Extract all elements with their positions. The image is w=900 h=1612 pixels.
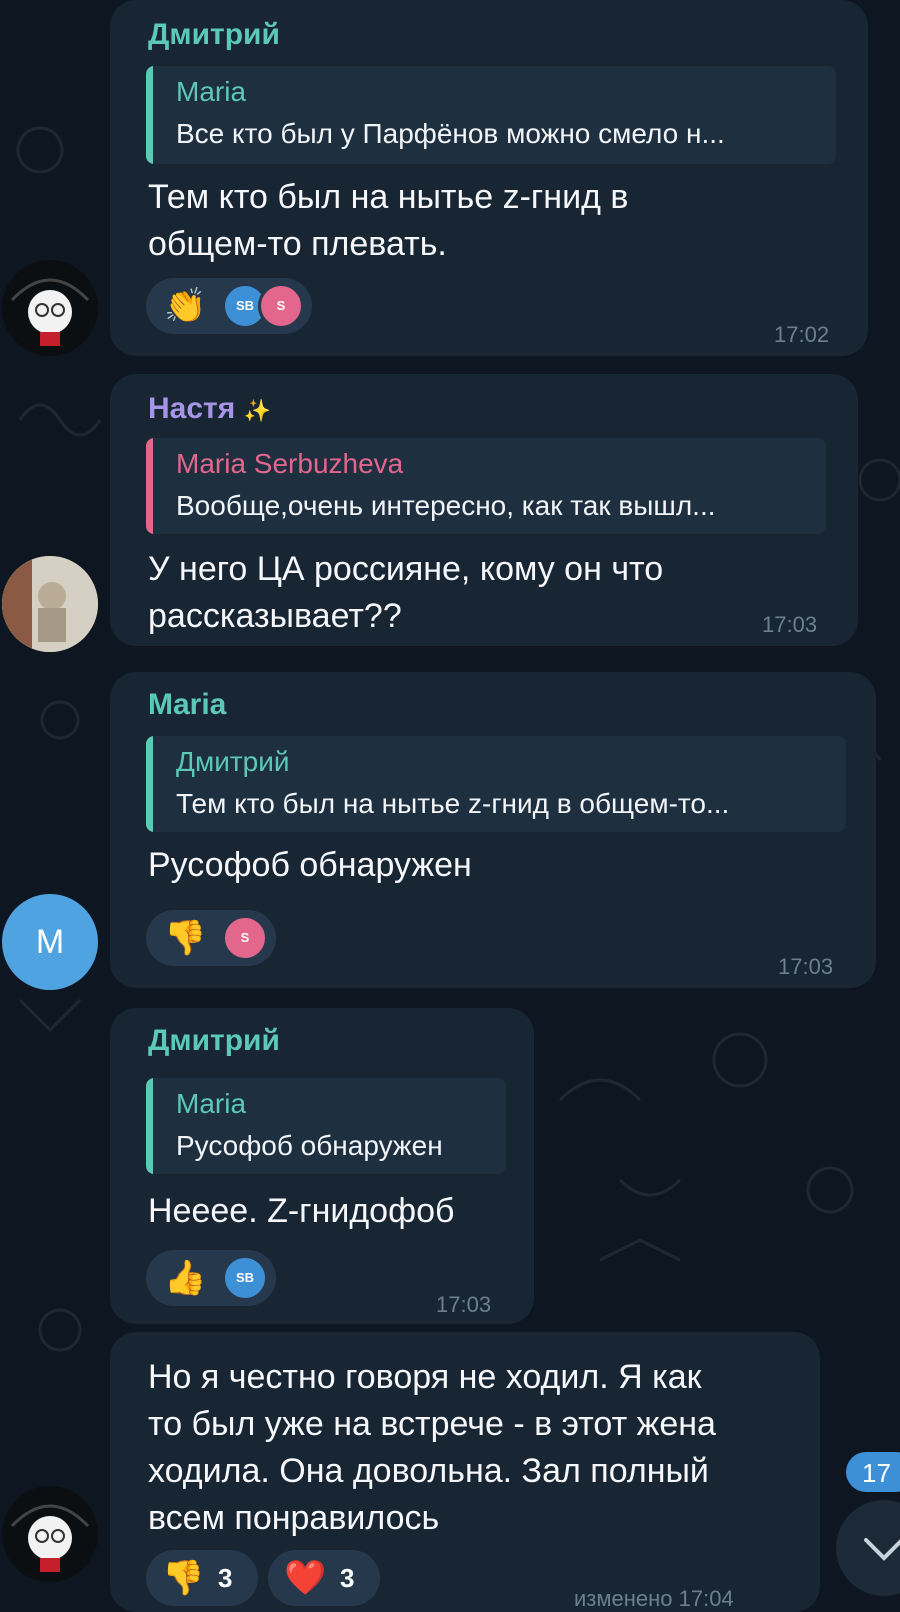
reaction-chip[interactable]: 👍 SB	[146, 1250, 276, 1306]
sparkles-icon: ✨	[243, 398, 271, 423]
message-line: всем понравилось	[148, 1499, 440, 1537]
message-line: ходила. Она довольна. Зал полный	[148, 1452, 709, 1490]
message-time: 17:03	[778, 954, 834, 979]
sender-name[interactable]: Дмитрий	[148, 18, 280, 52]
message-time: изменено 17:04	[574, 1586, 734, 1611]
sender-name[interactable]: Дмитрий	[148, 1024, 280, 1058]
sender-label: Настя	[148, 392, 236, 425]
message-text: Русофоб обнаружен	[148, 842, 472, 889]
avatar[interactable]: M	[2, 894, 98, 990]
heart-emoji-icon: ❤️	[284, 1559, 327, 1597]
quote-author: Maria	[176, 1088, 247, 1119]
unread-count: 17	[862, 1458, 891, 1488]
message-line: рассказывает??	[148, 597, 402, 635]
quote-text: Тем кто был на нытье z-гнид в общем-то..…	[176, 788, 730, 819]
chevron-down-icon	[864, 1538, 900, 1561]
cartoon-face-icon	[2, 1486, 98, 1582]
reaction-chip[interactable]: 👎 S	[146, 910, 276, 966]
message-line: Нееее. Z-гнидофоб	[148, 1192, 455, 1230]
quote-author: Дмитрий	[176, 746, 290, 777]
quote-author: Maria Serbuzheva	[176, 448, 404, 479]
reaction-chip[interactable]: ❤️ 3	[268, 1550, 380, 1606]
message-bubble[interactable]: Но я честно говоря не ходил. Я как то бы…	[110, 1332, 820, 1612]
message-line: У него ЦА россияне, кому он что	[148, 550, 664, 588]
photo-avatar-icon	[2, 556, 98, 652]
quote-text: Вообще,очень интересно, как так вышл...	[176, 490, 716, 521]
quote-text: Все кто был у Парфёнов можно смело н...	[176, 118, 725, 149]
quote-bar	[146, 1078, 153, 1174]
message-bubble[interactable]: Дмитрий Maria Все кто был у Парфёнов мож…	[110, 0, 868, 356]
message-line: Но я честно говоря не ходил. Я как	[148, 1358, 702, 1396]
clap-emoji-icon: 👏	[164, 287, 207, 325]
avatar[interactable]	[2, 556, 98, 652]
quote-bar	[146, 736, 153, 832]
message-text: Нееее. Z-гнидофоб	[148, 1188, 454, 1235]
message-time: 17:03	[436, 1292, 492, 1317]
message-text: Тем кто был на нытье z-гнид в общем-то п…	[148, 174, 628, 268]
avatar-initial: M	[35, 923, 65, 961]
reaction-chip[interactable]: 👎 3	[146, 1550, 258, 1606]
avatar[interactable]	[2, 1486, 98, 1582]
sender-name[interactable]: Настя ✨	[148, 392, 271, 426]
thumbs-down-emoji-icon: 👎	[162, 1559, 205, 1597]
message-line: Русофоб обнаружен	[148, 846, 472, 884]
message-time: 17:03	[762, 612, 818, 637]
reactor-avatar: S	[222, 915, 268, 961]
reply-quote[interactable]: Maria Русофоб обнаружен	[146, 1078, 506, 1174]
unread-badge[interactable]: 17	[846, 1452, 900, 1492]
reaction-chip[interactable]: 👏 SB S	[146, 278, 312, 334]
avatar[interactable]	[2, 260, 98, 356]
scroll-down-button[interactable]	[836, 1500, 900, 1596]
message-line: Тем кто был на нытье z-гнид в	[148, 178, 629, 216]
message-text: Но я честно говоря не ходил. Я как то бы…	[148, 1354, 716, 1542]
quote-author: Maria	[176, 76, 247, 107]
thumbs-up-emoji-icon: 👍	[164, 1259, 207, 1297]
quote-text: Русофоб обнаружен	[176, 1130, 443, 1161]
thumbs-down-emoji-icon: 👎	[164, 919, 207, 957]
sender-name[interactable]: Maria	[148, 688, 226, 722]
message-time: 17:02	[774, 322, 830, 347]
message-line: то был уже на встрече - в этот жена	[148, 1405, 716, 1443]
reaction-count: 3	[218, 1563, 233, 1593]
reply-quote[interactable]: Дмитрий Тем кто был на нытье z-гнид в об…	[146, 736, 846, 832]
message-bubble[interactable]: Maria Дмитрий Тем кто был на нытье z-гни…	[110, 672, 876, 988]
reactor-avatar: S	[258, 283, 304, 329]
reply-quote[interactable]: Maria Все кто был у Парфёнов можно смело…	[146, 66, 836, 164]
message-line: общем-то плевать.	[148, 225, 447, 263]
quote-bar	[146, 66, 153, 164]
reactor-avatar: SB	[222, 1255, 268, 1301]
message-bubble[interactable]: Настя ✨ Maria Serbuzheva Вообще,очень ин…	[110, 374, 858, 646]
reply-quote[interactable]: Maria Serbuzheva Вообще,очень интересно,…	[146, 438, 826, 534]
cartoon-face-icon	[2, 260, 98, 356]
message-bubble[interactable]: Дмитрий Maria Русофоб обнаружен Нееее. Z…	[110, 1008, 534, 1324]
quote-bar	[146, 438, 153, 534]
reaction-count: 3	[340, 1563, 355, 1593]
message-text: У него ЦА россияне, кому он что рассказы…	[148, 546, 663, 640]
